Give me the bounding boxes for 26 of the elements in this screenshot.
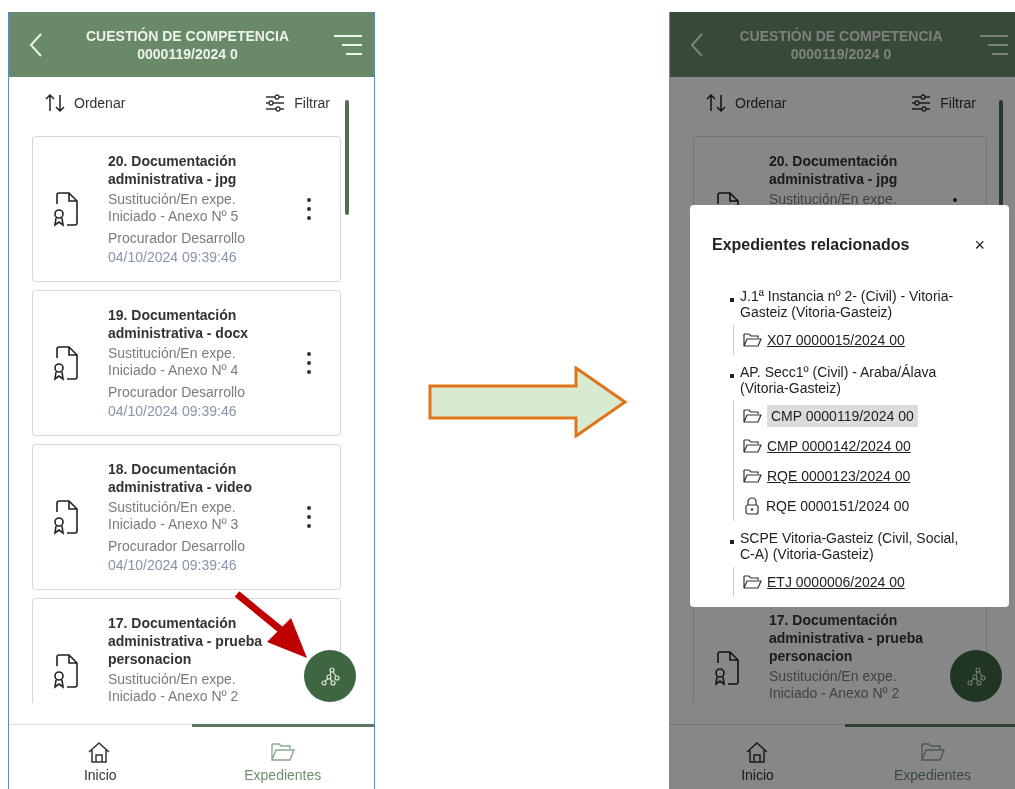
document-status: Sustitución/En expe. Iniciado - Anexo Nº 5 bbox=[108, 191, 240, 225]
document-author: Procurador Desarrollo bbox=[108, 383, 246, 401]
court-name: SCPE Vitoria-Gasteiz (Civil, Social, C-A) (Vitoria-Gasteiz) bbox=[740, 530, 960, 562]
court-name: J.1ª Instancia nº 2- (Civil) - Vitoria-Gasteiz (Vitoria-Gasteiz) bbox=[740, 288, 955, 320]
document-title: 18. Documentación administrativa - video bbox=[108, 460, 253, 496]
document-status: Sustitución/En expe. bbox=[769, 191, 898, 208]
document-title: 20. Documentación administrativa - jpg bbox=[769, 152, 899, 188]
dialog-title: Expedientes relacionados bbox=[712, 235, 910, 255]
document-title: 17. Documentación administrativa - prueba personacion bbox=[108, 614, 264, 668]
document-date: 04/10/2024 09:39:46 bbox=[108, 556, 238, 574]
document-date: 04/10/2024 09:39:46 bbox=[108, 248, 238, 266]
document-title: 17. Documentación administrativa - prueba personacion bbox=[769, 611, 925, 665]
document-title: 20. Documentación administrativa - jpg bbox=[108, 152, 238, 188]
document-title: 19. Documentación administrativa - docx bbox=[108, 306, 250, 342]
document-status: Sustitución/En expe. Iniciado - Anexo Nº 2 bbox=[108, 671, 240, 703]
screen-title: CUESTIÓN DE COMPETENCIA bbox=[739, 26, 943, 45]
court-name: AP. Secc1º (Civil) - Araba/Álava (Vitoria-Gasteiz) bbox=[740, 364, 938, 396]
document-status: Sustitución/En expe. Iniciado - Anexo Nº 3 bbox=[108, 499, 240, 533]
document-author: Procurador Desarrollo bbox=[108, 537, 246, 555]
screen-title: CUESTIÓN DE COMPETENCIA bbox=[86, 26, 289, 45]
document-author: Procurador Desarrollo bbox=[108, 229, 246, 247]
document-date: 04/10/2024 09:39:46 bbox=[108, 402, 238, 420]
document-status: Sustitución/En expe. Iniciado - Anexo Nº 2 bbox=[769, 668, 901, 702]
document-status: Sustitución/En expe. Iniciado - Anexo Nº 4 bbox=[108, 345, 240, 379]
case-number: 0000119/2024 0 bbox=[790, 44, 892, 63]
case-number: 0000119/2024 0 bbox=[137, 44, 238, 63]
